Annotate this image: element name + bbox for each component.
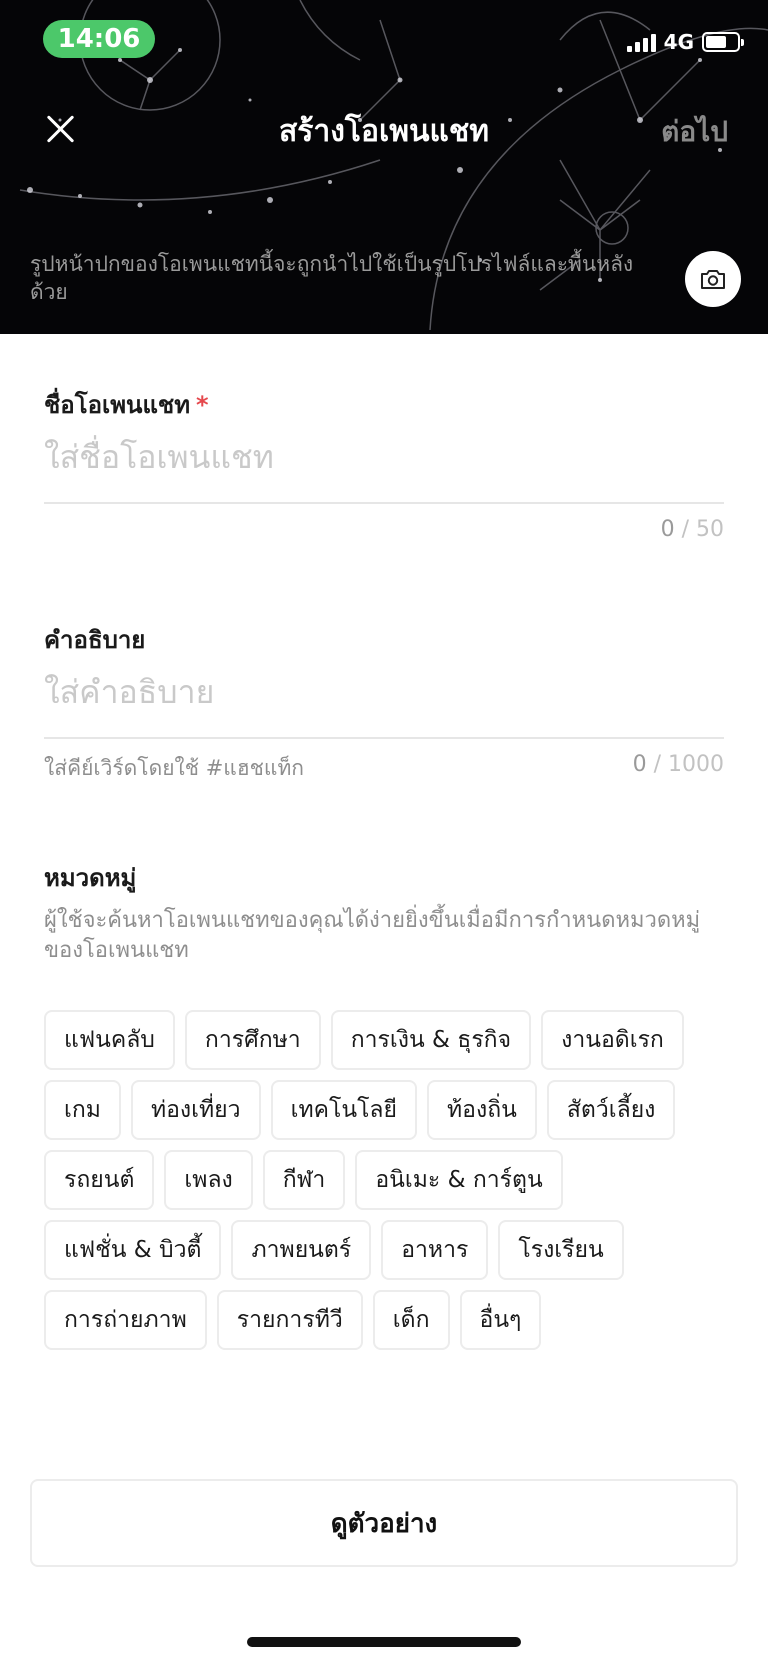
category-row: แฟนคลับ การศึกษา การเงิน & ธุรกิจ งานอดิเรก bbox=[44, 1010, 734, 1070]
battery-icon bbox=[702, 32, 744, 52]
required-mark: * bbox=[196, 391, 209, 419]
category-row: แฟชั่น & บิวตี้ ภาพยนตร์ อาหาร โรงเรียน bbox=[44, 1220, 734, 1280]
name-underline bbox=[44, 502, 724, 504]
change-cover-button[interactable] bbox=[685, 251, 741, 307]
status-indicators: 4G bbox=[626, 30, 744, 54]
category-chip[interactable]: งานอดิเรก bbox=[541, 1010, 684, 1070]
category-chip[interactable]: กีฬา bbox=[262, 1150, 346, 1210]
name-char-counter: 0 / 50 bbox=[661, 517, 724, 542]
description-underline bbox=[44, 737, 724, 739]
category-chip[interactable]: การถ่ายภาพ bbox=[44, 1290, 207, 1350]
category-chip[interactable]: ท้องถิ่น bbox=[427, 1080, 537, 1140]
category-chip[interactable]: เพลง bbox=[164, 1150, 253, 1210]
cover-caption: รูปหน้าปกของโอเพนแชทนี้จะถูกนำไปใช้เป็นร… bbox=[30, 252, 634, 304]
next-button[interactable]: ต่อไป bbox=[661, 110, 728, 154]
preview-button[interactable]: ดูตัวอย่าง bbox=[30, 1479, 738, 1567]
category-chip[interactable]: อื่นๆ bbox=[459, 1290, 542, 1350]
category-row: รถยนต์ เพลง กีฬา อนิเมะ & การ์ตูน bbox=[44, 1150, 734, 1210]
category-chip[interactable]: เกม bbox=[44, 1080, 121, 1140]
battery-level bbox=[706, 36, 726, 48]
camera-icon bbox=[701, 270, 725, 289]
name-char-max: / 50 bbox=[681, 517, 724, 542]
category-chips: แฟนคลับ การศึกษา การเงิน & ธุรกิจ งานอดิเรก… bbox=[44, 1010, 734, 1360]
network-type: 4G bbox=[663, 30, 694, 54]
category-description: ผู้ใช้จะค้นหาโอเพนแชทของคุณได้ง่ายยิ่งขึ… bbox=[44, 908, 701, 963]
category-chip[interactable]: การเงิน & ธุรกิจ bbox=[330, 1010, 532, 1070]
description-label: คำอธิบาย bbox=[44, 626, 146, 654]
category-chip[interactable]: โรงเรียน bbox=[498, 1220, 624, 1280]
category-chip[interactable]: ท่องเที่ยว bbox=[130, 1080, 261, 1140]
description-hint: ใส่คีย์เวิร์ดโดยใช้ #แฮชแท็ก bbox=[44, 756, 305, 780]
name-char-count: 0 bbox=[660, 517, 675, 542]
category-chip[interactable]: การศึกษา bbox=[184, 1010, 321, 1070]
category-chip[interactable]: อาหาร bbox=[381, 1220, 489, 1280]
status-time: 14:06 bbox=[43, 20, 155, 58]
category-label: หมวดหมู่ bbox=[44, 864, 137, 892]
category-chip[interactable]: เด็ก bbox=[372, 1290, 450, 1350]
name-label-text: ชื่อโอเพนแชท bbox=[44, 391, 191, 419]
category-chip[interactable]: อนิเมะ & การ์ตูน bbox=[355, 1150, 563, 1210]
description-char-counter: 0 / 1000 bbox=[633, 752, 724, 777]
description-char-count: 0 bbox=[632, 752, 647, 777]
category-chip[interactable]: สัตว์เลี้ยง bbox=[546, 1080, 676, 1140]
close-button[interactable] bbox=[38, 107, 82, 151]
home-indicator bbox=[247, 1637, 521, 1647]
cover-image-area: 14:06 4G สร้างโอเพนแชท ต่อไป รูปหน้าปกขอ… bbox=[0, 0, 768, 334]
description-char-max: / 1000 bbox=[653, 752, 724, 777]
category-chip[interactable]: ภาพยนตร์ bbox=[231, 1220, 372, 1280]
description-input[interactable] bbox=[44, 670, 724, 714]
category-chip[interactable]: รายการทีวี bbox=[216, 1290, 363, 1350]
category-chip[interactable]: แฟชั่น & บิวตี้ bbox=[44, 1220, 222, 1280]
name-input[interactable] bbox=[44, 435, 724, 479]
category-row: การถ่ายภาพ รายการทีวี เด็ก อื่นๆ bbox=[44, 1290, 734, 1350]
category-row: เกม ท่องเที่ยว เทคโนโลยี ท้องถิ่น สัตว์เลี้ย… bbox=[44, 1080, 734, 1140]
name-label: ชื่อโอเพนแชท * bbox=[44, 385, 209, 424]
category-chip[interactable]: เทคโนโลยี bbox=[270, 1080, 417, 1140]
signal-icon bbox=[626, 32, 656, 52]
category-chip[interactable]: รถยนต์ bbox=[44, 1150, 155, 1210]
category-chip[interactable]: แฟนคลับ bbox=[44, 1010, 175, 1070]
